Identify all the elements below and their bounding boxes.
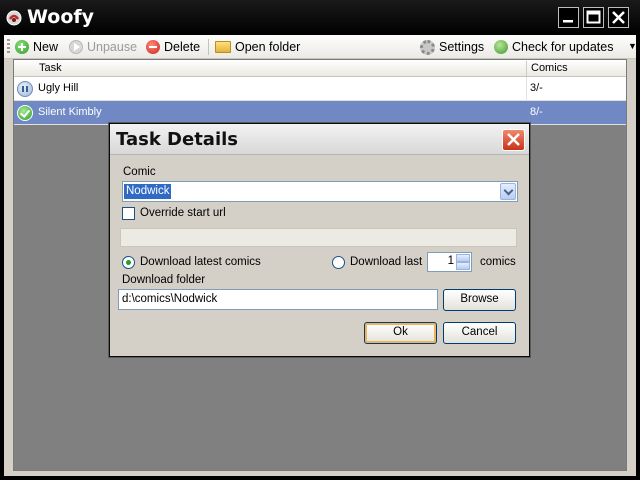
- toolbar-separator: [208, 39, 209, 55]
- table-row[interactable]: Silent Kimbly 8/-: [14, 101, 626, 125]
- title-bar[interactable]: Woofy: [0, 0, 640, 35]
- close-icon: [612, 11, 625, 24]
- comic-label: Comic: [123, 166, 156, 178]
- new-label: New: [33, 40, 59, 54]
- comics-suffix-label: comics: [480, 256, 516, 268]
- toolbar: New Unpause Delete Open folder Settings …: [4, 35, 637, 59]
- browse-button[interactable]: Browse: [443, 289, 516, 311]
- unpause-label: Unpause: [87, 40, 138, 54]
- settings-button[interactable]: Settings: [420, 38, 484, 56]
- settings-label: Settings: [439, 40, 485, 54]
- dialog-close-button[interactable]: [502, 129, 525, 151]
- comic-selected-value: Nodwick: [124, 184, 172, 199]
- download-last-radio[interactable]: [332, 256, 345, 269]
- column-header-task[interactable]: Task: [39, 62, 62, 74]
- cancel-button[interactable]: Cancel: [443, 322, 516, 344]
- column-separator: [526, 77, 527, 101]
- task-details-dialog: Task Details Comic Nodwick Override star…: [109, 123, 530, 357]
- download-latest-label[interactable]: Download latest comics: [140, 256, 261, 268]
- download-last-count-value: 1: [447, 255, 454, 267]
- task-name: Silent Kimbly: [38, 106, 102, 118]
- add-icon: [15, 40, 29, 54]
- app-logo-icon: [6, 10, 22, 26]
- new-button[interactable]: New: [15, 38, 58, 56]
- completed-icon: [17, 105, 33, 121]
- maximize-button[interactable]: [583, 7, 604, 28]
- column-header-comics[interactable]: Comics: [531, 62, 568, 74]
- download-folder-input[interactable]: d:\comics\Nodwick: [118, 289, 438, 310]
- override-start-url-label[interactable]: Override start url: [140, 207, 226, 219]
- download-folder-label: Download folder: [122, 274, 206, 286]
- task-comics-count: 8/-: [530, 106, 543, 118]
- unpause-button[interactable]: Unpause: [69, 38, 137, 56]
- maximize-icon: [586, 10, 601, 24]
- delete-icon: [146, 40, 160, 54]
- task-list-header: Task Comics: [14, 60, 626, 77]
- paused-icon: [17, 81, 33, 97]
- download-last-label[interactable]: Download last: [350, 256, 422, 268]
- delete-label: Delete: [164, 40, 201, 54]
- window-frame-bottom: [0, 476, 640, 480]
- delete-button[interactable]: Delete: [146, 38, 200, 56]
- toolbar-overflow-chevron-down-icon[interactable]: ▼: [628, 41, 637, 51]
- check-updates-button[interactable]: Check for updates: [494, 38, 613, 56]
- check-updates-label: Check for updates: [512, 40, 614, 54]
- window-frame-right: [636, 35, 640, 480]
- table-row[interactable]: Ugly Hill 3/-: [14, 77, 626, 101]
- open-folder-label: Open folder: [235, 40, 301, 54]
- minimize-icon: [563, 20, 573, 23]
- download-last-count-stepper[interactable]: 1: [427, 252, 472, 272]
- stepper-down-icon[interactable]: [456, 262, 470, 270]
- gear-icon: [420, 39, 435, 55]
- chevron-down-icon[interactable]: [500, 183, 516, 200]
- play-icon: [69, 40, 83, 54]
- open-folder-button[interactable]: Open folder: [215, 38, 300, 56]
- ok-button[interactable]: Ok: [364, 322, 437, 344]
- start-url-input[interactable]: [120, 228, 517, 247]
- stepper-up-icon[interactable]: [456, 254, 470, 262]
- window-title: Woofy: [27, 6, 95, 28]
- minimize-button[interactable]: [558, 7, 579, 28]
- folder-icon: [215, 41, 231, 53]
- override-start-url-checkbox[interactable]: [122, 207, 135, 220]
- task-name: Ugly Hill: [38, 82, 79, 94]
- toolbar-grip[interactable]: [7, 39, 10, 55]
- dialog-title: Task Details: [116, 129, 239, 150]
- task-comics-count: 3/-: [530, 82, 543, 94]
- column-divider[interactable]: [526, 61, 527, 76]
- close-window-button[interactable]: [608, 7, 629, 28]
- dialog-title-bar[interactable]: Task Details: [110, 124, 529, 155]
- globe-icon: [494, 40, 508, 54]
- download-latest-radio[interactable]: [122, 256, 135, 269]
- comic-select[interactable]: Nodwick: [122, 181, 518, 202]
- close-icon: [507, 133, 520, 146]
